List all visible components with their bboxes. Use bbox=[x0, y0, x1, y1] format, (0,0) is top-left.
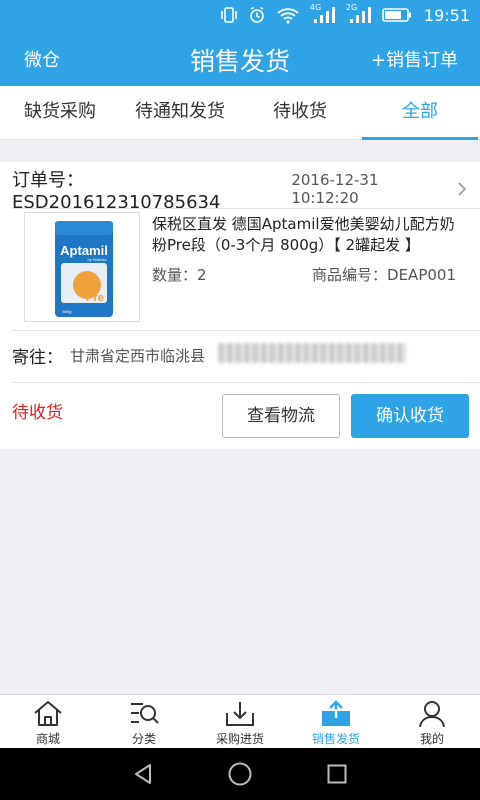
redacted-address bbox=[218, 343, 406, 363]
divider bbox=[12, 330, 480, 331]
order-time: 2016-12-31 10:12:20 bbox=[291, 171, 379, 207]
ship-address: 甘肃省定西市临洮县 bbox=[70, 347, 206, 365]
product-image-weight: 800g bbox=[63, 309, 72, 314]
app-header: 微仓 销售发货 +销售订单 bbox=[0, 30, 480, 86]
upload-tray-icon bbox=[322, 700, 350, 726]
status-bar: 4G 2G 19:51 bbox=[0, 0, 480, 30]
divider bbox=[12, 208, 480, 209]
ship-to-label: 寄往： bbox=[12, 348, 63, 368]
view-logistics-button[interactable]: 查看物流 bbox=[222, 394, 340, 438]
category-search-icon bbox=[131, 703, 159, 724]
tab-pending-receipt[interactable]: 待收货 bbox=[240, 86, 360, 139]
signal-4g-icon: 4G bbox=[310, 3, 336, 25]
vibrate-icon bbox=[221, 7, 237, 23]
confirm-receipt-button[interactable]: 确认收货 bbox=[351, 394, 469, 438]
product-image-stage: Pre bbox=[86, 292, 104, 304]
product-sku: 商品编号：DEAP001 bbox=[312, 266, 456, 284]
nav-label: 商城 bbox=[35, 732, 60, 746]
nav-label: 分类 bbox=[131, 732, 156, 746]
nav-label: 采购进货 bbox=[215, 732, 264, 746]
tab-pending-notify[interactable]: 待通知发货 bbox=[120, 86, 240, 139]
new-sales-order-button[interactable]: +销售订单 bbox=[371, 46, 458, 72]
bottom-nav: 商城 分类 采购进货 销售发货 我的 bbox=[0, 694, 480, 748]
nav-mine[interactable]: 我的 bbox=[384, 695, 480, 748]
product-image-brand: Aptamil bbox=[60, 243, 108, 258]
order-card[interactable]: 订单号：ESD201612310785634 2016-12-31 10:12:… bbox=[0, 162, 480, 449]
signal-2g-icon: 2G bbox=[346, 3, 372, 25]
alarm-icon bbox=[250, 6, 264, 23]
nav-category[interactable]: 分类 bbox=[96, 695, 192, 748]
battery-icon bbox=[382, 8, 411, 22]
download-tray-icon bbox=[226, 702, 254, 726]
nav-sales[interactable]: 销售发货 bbox=[288, 695, 384, 748]
divider bbox=[12, 382, 480, 383]
tab-all[interactable]: 全部 bbox=[360, 86, 480, 140]
recent-apps-icon[interactable] bbox=[325, 762, 349, 786]
user-icon bbox=[419, 701, 445, 728]
order-header[interactable]: 订单号：ESD201612310785634 2016-12-31 10:12:… bbox=[12, 170, 468, 213]
product-name[interactable]: 保税区直发 德国Aptamil爱他美婴幼儿配方奶粉Pre段（0-3个月 800g… bbox=[152, 214, 462, 256]
nav-label: 销售发货 bbox=[311, 732, 360, 746]
system-nav-bar bbox=[0, 748, 480, 800]
home-circle-icon[interactable] bbox=[227, 761, 253, 787]
product-quantity: 数量：2 bbox=[152, 266, 207, 284]
nav-purchase[interactable]: 采购进货 bbox=[192, 695, 288, 748]
order-status: 待收货 bbox=[12, 403, 63, 423]
back-icon[interactable] bbox=[131, 762, 155, 786]
order-number: 订单号：ESD201612310785634 bbox=[12, 169, 221, 213]
home-icon bbox=[34, 701, 62, 726]
wifi-icon bbox=[277, 8, 299, 24]
product-image-sub: by Nutricia bbox=[88, 257, 108, 262]
warehouse-button[interactable]: 微仓 bbox=[24, 46, 60, 72]
product-image[interactable]: Aptamil by Nutricia Pre 800g bbox=[24, 212, 140, 322]
chevron-right-icon[interactable] bbox=[456, 180, 468, 198]
nav-mall[interactable]: 商城 bbox=[0, 695, 96, 748]
order-status-tabs: 缺货采购 待通知发货 待收货 全部 bbox=[0, 86, 480, 140]
nav-label: 我的 bbox=[419, 732, 444, 746]
status-time: 19:51 bbox=[423, 5, 470, 25]
tab-out-of-stock[interactable]: 缺货采购 bbox=[0, 86, 120, 139]
